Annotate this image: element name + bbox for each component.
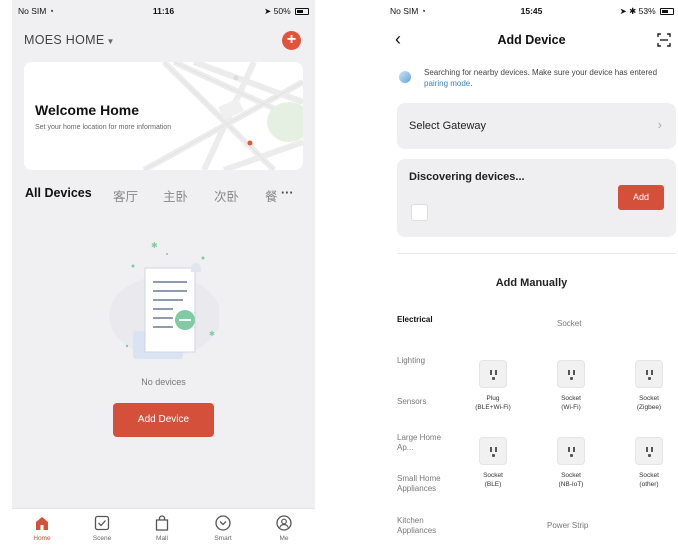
category-small-home-appliances[interactable]: Small Home Appliances [397,474,451,494]
category-sensors[interactable]: Sensors [397,397,457,407]
chevron-right-icon: › [657,117,662,132]
category-kitchen-appliances[interactable]: Kitchen Appliances [397,516,447,536]
section-socket-heading: Socket [557,319,582,328]
svg-text:✱: ✱ [209,330,215,338]
welcome-card[interactable]: Welcome Home Set your home location for … [24,62,303,170]
add-manually-heading: Add Manually [495,277,568,289]
home-icon [17,514,67,532]
category-lighting[interactable]: Lighting [397,356,457,366]
plug-icon [479,360,507,388]
tab-room-2[interactable]: 主卧 [163,186,188,205]
home-name: MOES HOME [24,33,105,47]
device-socket-other[interactable]: Socket (other) [619,437,678,489]
add-device-screen: No SIM ◔ 15:45 ➤ ✱ 53% ‹ Add Device Sear… [385,0,678,548]
select-gateway-label: Select Gateway [409,120,487,132]
svg-text:✱: ✱ [151,241,158,250]
welcome-title: Welcome Home [35,102,139,118]
pairing-mode-link[interactable]: pairing mode [424,79,470,88]
device-socket-zigbee[interactable]: Socket (Zigbee) [619,360,678,412]
socket-icon [635,360,663,388]
discovering-label: Discovering devices... [409,171,525,183]
home-screen: No SIM ◔ 11:16 ➤ 50% MOES HOME ▼ + Welcom… [12,0,315,548]
tab-all-devices[interactable]: All Devices [25,186,92,200]
bluetooth-icon: ✱ [629,6,637,16]
socket-icon [479,437,507,465]
socket-icon [557,360,585,388]
discovered-device-icon[interactable] [411,204,428,221]
battery-icon [295,8,309,15]
tab-me[interactable]: Me [259,514,309,542]
tab-mall[interactable]: Mall [137,514,187,542]
home-selector[interactable]: MOES HOME ▼ [24,33,115,47]
status-bar: No SIM ◔ 15:45 ➤ ✱ 53% [385,6,678,20]
socket-icon [557,437,585,465]
smart-icon [198,514,248,532]
searching-text: Searching for nearby devices. Make sure … [424,68,658,77]
add-device-button[interactable]: Add Device [113,403,214,437]
scan-icon[interactable] [656,32,672,53]
bottom-tab-bar: Home Scene Mall Smart Me [12,508,315,548]
socket-icon [635,437,663,465]
add-discovered-button[interactable]: Add [618,185,664,210]
tab-room-3[interactable]: 次卧 [214,186,239,205]
section-power-strip-heading: Power Strip [547,521,589,530]
device-socket-nb-iot[interactable]: Socket (NB-IoT) [541,437,601,489]
tab-scene[interactable]: Scene [77,514,127,542]
battery-icon [660,8,674,15]
tab-room-4[interactable]: 餐 [265,186,278,205]
add-icon-button[interactable]: + [282,31,301,50]
nav-bar: ‹ Add Device [385,29,678,53]
me-icon [259,514,309,532]
category-large-home-appliances[interactable]: Large Home Ap... [397,433,447,453]
tab-room-1[interactable]: 客厅 [113,186,138,205]
room-tabs: All Devices 客厅 主卧 次卧 餐 ··· [25,186,315,206]
empty-list-illustration: ✱ ✱ [109,241,219,359]
more-tabs-icon[interactable]: ··· [281,186,294,200]
status-bar: No SIM ◔ 11:16 ➤ 50% [12,6,315,20]
searching-spinner-icon [399,71,411,83]
mall-icon [137,514,187,532]
device-socket-ble[interactable]: Socket (BLE) [463,437,523,489]
tab-home[interactable]: Home [17,514,67,542]
tab-smart[interactable]: Smart [198,514,248,542]
discovering-card: Discovering devices... Add [397,159,676,237]
empty-state-text: No devices [141,377,186,387]
device-plug-ble-wifi[interactable]: Plug (BLE+Wi-Fi) [463,360,523,412]
category-electrical[interactable]: Electrical [397,315,457,325]
welcome-subtitle: Set your home location for more informat… [35,124,172,131]
select-gateway-row[interactable]: Select Gateway › [397,103,676,149]
battery-percent: 50% [273,6,291,16]
page-title: Add Device [497,33,566,47]
location-icon: ➤ [264,6,272,16]
location-icon: ➤ [619,6,627,16]
scene-icon [77,514,127,532]
device-socket-wifi[interactable]: Socket (Wi-Fi) [541,360,601,412]
battery-percent: 53% [638,6,656,16]
caret-down-icon: ▼ [106,37,115,46]
divider [397,253,676,254]
